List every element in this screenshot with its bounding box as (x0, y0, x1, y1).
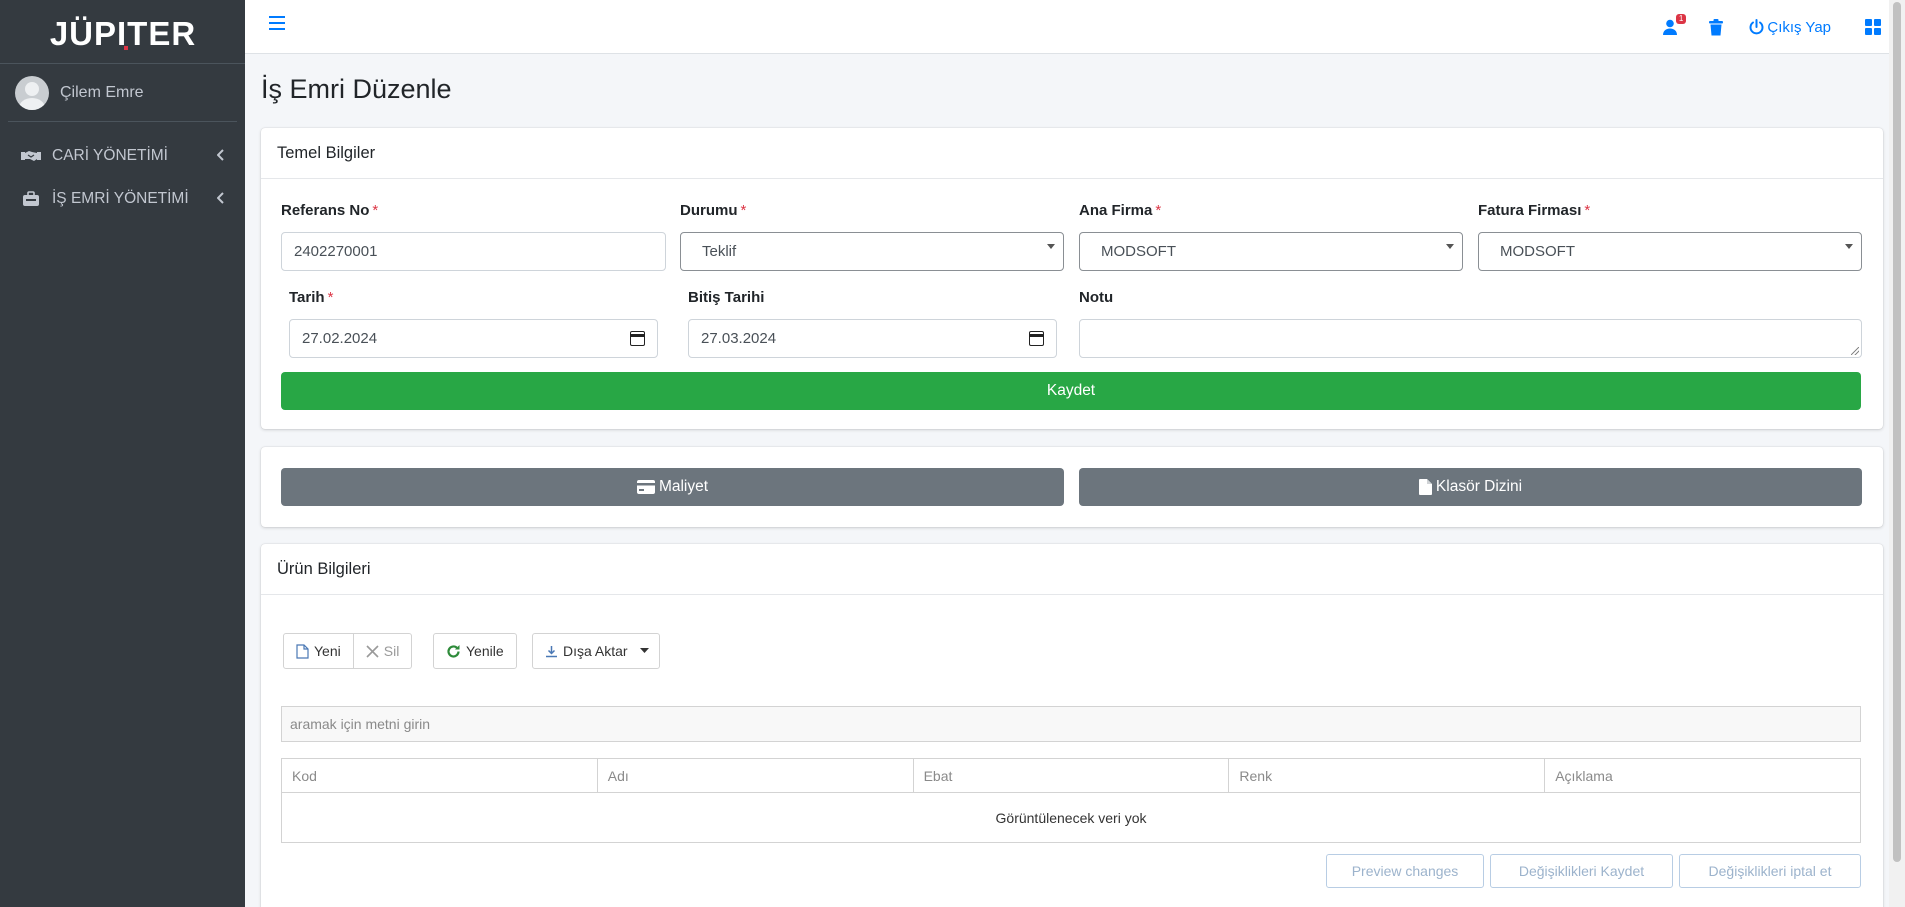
tarih-label: Tarih * (289, 289, 334, 306)
user-panel[interactable]: Çilem Emre (8, 64, 237, 122)
grid-header-row: Kod Adı Ebat Renk Açıklama (282, 759, 1860, 793)
card-header: Ürün Bilgileri (261, 544, 1883, 595)
top-navbar: 1 Çıkış Yap (245, 0, 1905, 54)
bitis-tarihi-date-input[interactable]: 27.03.2024 (688, 319, 1057, 358)
ana-firma-label: Ana Firma * (1079, 202, 1162, 219)
power-icon (1749, 19, 1764, 35)
column-header-aciklama[interactable]: Açıklama (1545, 759, 1860, 792)
required-mark: * (372, 202, 379, 219)
required-mark: * (1155, 202, 1162, 219)
main-content: İş Emri Düzenle Temel Bilgiler Referans … (261, 54, 1883, 907)
required-mark: * (1584, 202, 1591, 219)
grid-footer-actions: Preview changes Değişiklikleri Kaydet De… (1320, 854, 1861, 888)
sidebar-item-label: İŞ EMRİ YÖNETİMİ (52, 189, 189, 207)
brand-logo[interactable]: JÜPITER (0, 0, 245, 64)
notu-textarea[interactable] (1079, 319, 1862, 358)
top-navbar-actions: 1 Çıkış Yap (1649, 0, 1905, 54)
bitis-tarihi-label: Bitiş Tarihi (688, 289, 765, 306)
preview-changes-button[interactable]: Preview changes (1326, 854, 1484, 888)
file-icon (1418, 479, 1432, 495)
referans-no-label: Referans No * (281, 202, 379, 219)
product-grid: Kod Adı Ebat Renk Açıklama Görüntülenece… (281, 758, 1861, 843)
refresh-button[interactable]: Yenile (433, 633, 517, 669)
tarih-date-input[interactable]: 27.02.2024 (289, 319, 658, 358)
export-label: Dışa Aktar (563, 643, 628, 659)
briefcase-icon (20, 190, 42, 207)
save-button[interactable]: Kaydet (281, 372, 1861, 410)
calendar-icon[interactable] (1029, 331, 1044, 346)
avatar[interactable] (15, 75, 49, 110)
new-row-label: Yeni (314, 643, 341, 659)
calendar-icon[interactable] (630, 331, 645, 346)
durumu-select[interactable]: Teklif (680, 232, 1064, 271)
product-info-card: Ürün Bilgileri Yeni Sil Yenile Dışa Akta… (261, 544, 1883, 907)
ana-firma-select[interactable]: MODSOFT (1079, 232, 1463, 271)
klasor-dizini-button[interactable]: Klasör Dizini (1079, 468, 1862, 506)
delete-row-button[interactable]: Sil (353, 633, 413, 669)
grid-icon[interactable] (1865, 19, 1881, 35)
delete-row-label: Sil (383, 643, 400, 659)
caret-down-icon (639, 648, 649, 653)
card-header: Temel Bilgiler (261, 128, 1883, 179)
new-document-icon (296, 643, 309, 659)
page-title: İş Emri Düzenle (261, 74, 452, 104)
column-header-kod[interactable]: Kod (282, 759, 598, 792)
resize-handle-icon[interactable] (1851, 347, 1859, 355)
users-icon[interactable]: 1 (1663, 14, 1687, 35)
menu-icon[interactable] (269, 16, 285, 32)
durumu-label: Durumu * (680, 202, 747, 219)
save-changes-button[interactable]: Değişiklikleri Kaydet (1490, 854, 1673, 888)
grid-search-input[interactable]: aramak için metni girin (281, 706, 1861, 742)
klasor-dizini-label: Klasör Dizini (1435, 478, 1523, 495)
user-name[interactable]: Çilem Emre (60, 84, 144, 102)
chevron-left-icon (216, 191, 225, 207)
sidebar-item-cari-yonetimi[interactable]: CARİ YÖNETİMİ (0, 134, 245, 177)
refresh-label: Yenile (466, 643, 504, 659)
grid-empty-message: Görüntülenecek veri yok (995, 809, 1147, 826)
required-mark: * (740, 202, 747, 219)
grid-toolbar-refresh: Yenile (433, 633, 517, 669)
column-header-adi[interactable]: Adı (598, 759, 914, 792)
notification-badge: 1 (1675, 14, 1687, 24)
maliyet-label: Maliyet (658, 478, 709, 495)
export-button[interactable]: Dışa Aktar (532, 633, 660, 669)
logout-button[interactable]: Çıkış Yap (1749, 19, 1831, 36)
trash-icon[interactable] (1709, 18, 1724, 36)
chevron-left-icon (216, 148, 225, 164)
actions-card: Maliyet Klasör Dizini (261, 447, 1883, 527)
page-scrollbar[interactable] (1889, 0, 1905, 907)
column-header-ebat[interactable]: Ebat (914, 759, 1230, 792)
handshake-icon (20, 148, 42, 164)
new-row-button[interactable]: Yeni (283, 633, 354, 669)
referans-no-input[interactable]: 2402270001 (281, 232, 666, 271)
sidebar-item-is-emri-yonetimi[interactable]: İŞ EMRİ YÖNETİMİ (0, 177, 245, 220)
scrollbar-thumb[interactable] (1893, 2, 1901, 862)
fatura-firmasi-select[interactable]: MODSOFT (1478, 232, 1862, 271)
grid-toolbar-edit: Yeni Sil (283, 633, 413, 669)
search-placeholder: aramak için metni girin (290, 716, 431, 732)
sidebar-item-label: CARİ YÖNETİMİ (52, 146, 168, 164)
logout-label: Çıkış Yap (1767, 18, 1831, 36)
close-icon (366, 644, 379, 658)
cancel-changes-button[interactable]: Değişiklikleri iptal et (1679, 854, 1861, 888)
grid-toolbar-export: Dışa Aktar (532, 633, 660, 669)
fatura-firmasi-label: Fatura Firması * (1478, 202, 1591, 219)
download-icon (546, 645, 557, 657)
basic-info-card: Temel Bilgiler Referans No * 2402270001 D… (261, 128, 1883, 429)
maliyet-button[interactable]: Maliyet (281, 468, 1064, 506)
required-mark: * (327, 289, 334, 306)
sidebar-nav: CARİ YÖNETİMİ İŞ EMRİ YÖNETİMİ (0, 134, 245, 220)
svg-text:JÜPITER: JÜPITER (49, 15, 195, 52)
credit-card-icon (636, 480, 655, 494)
notu-label: Notu (1079, 289, 1114, 306)
column-header-renk[interactable]: Renk (1229, 759, 1546, 792)
sidebar: JÜPITER Çilem Emre CARİ YÖNETİMİ İŞ EMRİ… (0, 0, 245, 907)
refresh-icon (447, 644, 460, 658)
jupiter-logo-icon: JÜPITER (49, 15, 195, 52)
